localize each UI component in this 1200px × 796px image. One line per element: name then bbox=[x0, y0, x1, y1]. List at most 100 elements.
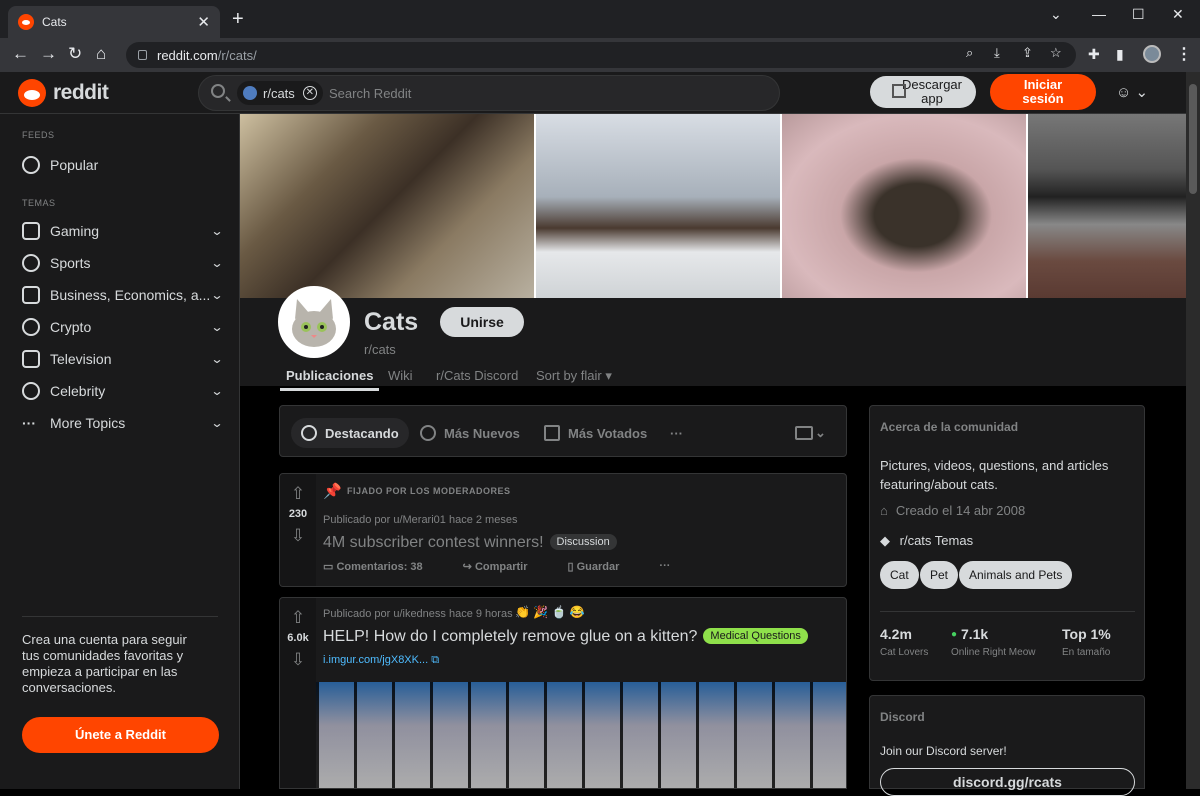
clear-scope-icon[interactable]: ✕ bbox=[302, 86, 317, 100]
post-title[interactable]: 4M subscriber contest winners! Discussion bbox=[323, 534, 617, 552]
chevron-down-icon[interactable]: ⌄ bbox=[210, 288, 223, 302]
sidebar-item-popular[interactable]: Popular bbox=[22, 153, 222, 177]
tab-sort-by-flair[interactable]: Sort by flair ▾ bbox=[536, 368, 612, 384]
reddit-logo-icon[interactable] bbox=[18, 79, 46, 107]
downvote-icon[interactable]: ⇩ bbox=[290, 651, 306, 668]
sort-top-label: Más Votados bbox=[568, 425, 648, 441]
stat-label: Cat Lovers bbox=[880, 647, 929, 658]
discord-heading: Discord bbox=[880, 710, 925, 724]
extensions-icon[interactable]: ✚ bbox=[1088, 46, 1100, 63]
stat-value: Top 1% bbox=[1062, 626, 1111, 642]
post-title[interactable]: HELP! How do I completely remove glue on… bbox=[323, 628, 808, 646]
close-window-icon[interactable]: ✕ bbox=[1172, 6, 1184, 23]
save-label: Guardar bbox=[576, 561, 620, 573]
upvote-icon[interactable]: ⇧ bbox=[290, 485, 306, 502]
install-icon[interactable]: ⤓ bbox=[994, 45, 1000, 61]
download-app-button[interactable]: Descargar app bbox=[870, 76, 976, 108]
sidebar-item-crypto[interactable]: Crypto ⌄ bbox=[22, 315, 224, 339]
post-card[interactable]: ⇧ 6.0k ⇩ Publicado por u/ikedness hace 9… bbox=[279, 597, 847, 789]
chevron-down-icon[interactable]: ⌄ bbox=[210, 352, 223, 366]
close-tab-icon[interactable]: ✕ bbox=[197, 13, 210, 31]
join-reddit-button[interactable]: Únete a Reddit bbox=[22, 717, 219, 753]
ball-icon bbox=[22, 254, 40, 272]
community-avatar bbox=[278, 286, 350, 358]
sidebar-item-more-topics[interactable]: ··· More Topics ⌄ bbox=[22, 411, 224, 435]
chevron-down-icon[interactable]: ⌄ bbox=[210, 384, 223, 398]
browser-menu-icon[interactable]: ⋮ bbox=[1176, 44, 1192, 64]
zoom-search-icon[interactable]: ⌕ bbox=[966, 45, 973, 61]
post-card-pinned[interactable]: ⇧ 230 ⇩ 📌 FIJADO POR LOS MODERADORES Pub… bbox=[279, 473, 847, 587]
chevron-down-icon[interactable]: ⌄ bbox=[210, 256, 223, 270]
scrollbar-thumb[interactable] bbox=[1189, 84, 1197, 194]
topic-chip-cat[interactable]: Cat bbox=[880, 561, 919, 589]
sidebar-item-business[interactable]: Business, Economics, a... ⌄ bbox=[22, 283, 224, 307]
search-input[interactable]: Search Reddit bbox=[329, 86, 411, 101]
upvote-icon[interactable]: ⇧ bbox=[290, 609, 306, 626]
forward-icon[interactable]: → bbox=[40, 44, 57, 64]
new-tab-icon[interactable]: + bbox=[232, 9, 244, 29]
chevron-down-icon[interactable]: ⌄ bbox=[210, 320, 223, 334]
sort-top-button[interactable]: Más Votados bbox=[534, 418, 657, 448]
downvote-icon[interactable]: ⇩ bbox=[290, 527, 306, 544]
sidebar-item-gaming[interactable]: Gaming ⌄ bbox=[22, 219, 224, 243]
sidebar-item-sports[interactable]: Sports ⌄ bbox=[22, 251, 224, 275]
topic-chip-animals[interactable]: Animals and Pets bbox=[959, 561, 1073, 589]
sidebar-item-label: Television bbox=[50, 351, 112, 367]
tab-posts[interactable]: Publicaciones bbox=[280, 368, 380, 391]
page-scrollbar[interactable] bbox=[1186, 72, 1200, 789]
sort-hot-button[interactable]: Destacando bbox=[291, 418, 409, 448]
sort-by-flair-label: Sort by flair bbox=[536, 368, 602, 383]
minimize-icon[interactable]: — bbox=[1092, 6, 1106, 22]
chevron-down-icon[interactable]: ⌄ bbox=[210, 224, 223, 238]
maximize-icon[interactable]: ☐ bbox=[1132, 6, 1145, 23]
sidebar-item-television[interactable]: Television ⌄ bbox=[22, 347, 224, 371]
back-icon[interactable]: ← bbox=[12, 44, 29, 64]
topics-label: ◆ r/cats Temas bbox=[880, 533, 973, 549]
chevron-down-icon[interactable]: ⌄ bbox=[210, 416, 223, 430]
bookmark-star-icon[interactable]: ☆ bbox=[1050, 45, 1062, 61]
search-bar[interactable]: r/cats ✕ Search Reddit bbox=[198, 75, 780, 111]
vote-count: 6.0k bbox=[287, 632, 309, 644]
sidebar-item-celebrity[interactable]: Celebrity ⌄ bbox=[22, 379, 224, 403]
tab-search-icon[interactable]: ⌄ bbox=[1050, 6, 1062, 23]
more-options-icon[interactable]: ··· bbox=[659, 560, 670, 573]
tab-wiki[interactable]: Wiki bbox=[388, 368, 413, 383]
post-image-kitten[interactable] bbox=[316, 682, 846, 788]
pinned-label: FIJADO POR LOS MODERADORES bbox=[347, 486, 511, 496]
save-button[interactable]: ▯ Guardar bbox=[568, 560, 640, 573]
home-icon[interactable]: ⌂ bbox=[96, 44, 106, 64]
url-field[interactable]: reddit.com/r/cats/ bbox=[126, 42, 1076, 68]
user-menu-icon[interactable]: ☺ ⌄ bbox=[1116, 83, 1148, 101]
side-panel-icon[interactable]: ▮ bbox=[1116, 46, 1124, 63]
sidebar-divider bbox=[22, 616, 218, 617]
external-link[interactable]: i.imgur.com/jgX8XK... ⧉ bbox=[323, 654, 439, 667]
share-icon[interactable]: ⇪ bbox=[1022, 45, 1033, 61]
cake-icon: ⌂ bbox=[880, 503, 888, 518]
sort-new-button[interactable]: Más Nuevos bbox=[410, 418, 530, 448]
reload-icon[interactable]: ↻ bbox=[68, 44, 82, 64]
profile-avatar[interactable] bbox=[1143, 45, 1161, 63]
share-button[interactable]: ↪ Compartir bbox=[463, 560, 548, 573]
search-scope-chip[interactable]: r/cats ✕ bbox=[237, 81, 323, 105]
sort-more-button[interactable]: ··· bbox=[660, 418, 693, 448]
join-community-button[interactable]: Unirse bbox=[440, 307, 524, 337]
post-title-text: HELP! How do I completely remove glue on… bbox=[323, 628, 698, 645]
login-label-2: sesión bbox=[1022, 91, 1064, 106]
flair-badge[interactable]: Discussion bbox=[549, 534, 617, 550]
topic-chip-pet[interactable]: Pet bbox=[920, 561, 959, 589]
qr-code-icon bbox=[892, 84, 906, 98]
browser-tab[interactable]: Cats ✕ bbox=[8, 6, 220, 38]
sidebar-item-label: Celebrity bbox=[50, 383, 106, 399]
tab-title: Cats bbox=[42, 15, 67, 29]
stat-online: ● 7.1k Online Right Meow bbox=[951, 626, 1035, 658]
login-button[interactable]: Iniciar sesión bbox=[990, 74, 1096, 110]
flair-badge[interactable]: Medical Questions bbox=[703, 628, 808, 644]
comments-button[interactable]: ▭ Comentarios: 38 bbox=[323, 560, 443, 573]
tab-discord[interactable]: r/Cats Discord bbox=[436, 368, 518, 383]
post-title-text: 4M subscriber contest winners! bbox=[323, 534, 544, 551]
view-layout-button[interactable]: ⌄ bbox=[785, 418, 836, 448]
burst-icon bbox=[420, 425, 436, 441]
discord-link-button[interactable]: discord.gg/rcats bbox=[880, 768, 1135, 796]
reddit-wordmark[interactable]: reddit bbox=[53, 81, 109, 105]
reddit-header: reddit r/cats ✕ Search Reddit Descargar … bbox=[0, 72, 1186, 114]
